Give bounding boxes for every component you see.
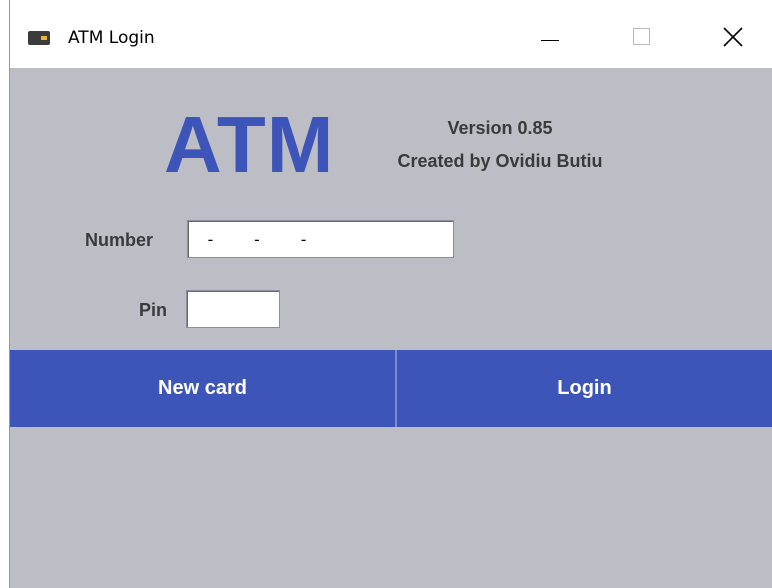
version-label: Version 0.85 [447, 118, 553, 138]
new-card-button[interactable]: New card [10, 350, 395, 427]
window-title: ATM Login [68, 28, 155, 48]
login-button[interactable]: Login [397, 350, 772, 427]
close-glyph [723, 27, 743, 47]
button-bar: New card Login [10, 350, 772, 427]
atm-logo: ATM [164, 100, 335, 189]
card-chip [41, 36, 47, 40]
card-number-field[interactable] [187, 220, 454, 258]
number-label: Number [85, 230, 154, 250]
title-bar[interactable]: ATM Login [10, 0, 772, 68]
creator-label: Created by Ovidiu Butiu [397, 151, 603, 171]
maximize-icon[interactable] [618, 16, 664, 60]
atm-card-icon [28, 31, 50, 45]
pin-label: Pin [139, 300, 168, 320]
close-icon[interactable] [710, 16, 756, 60]
pin-field[interactable] [186, 290, 280, 328]
atm-login-window: ATM Login ATM Version 0.85 Created by Ov… [10, 0, 772, 588]
minimize-icon[interactable] [526, 16, 572, 60]
